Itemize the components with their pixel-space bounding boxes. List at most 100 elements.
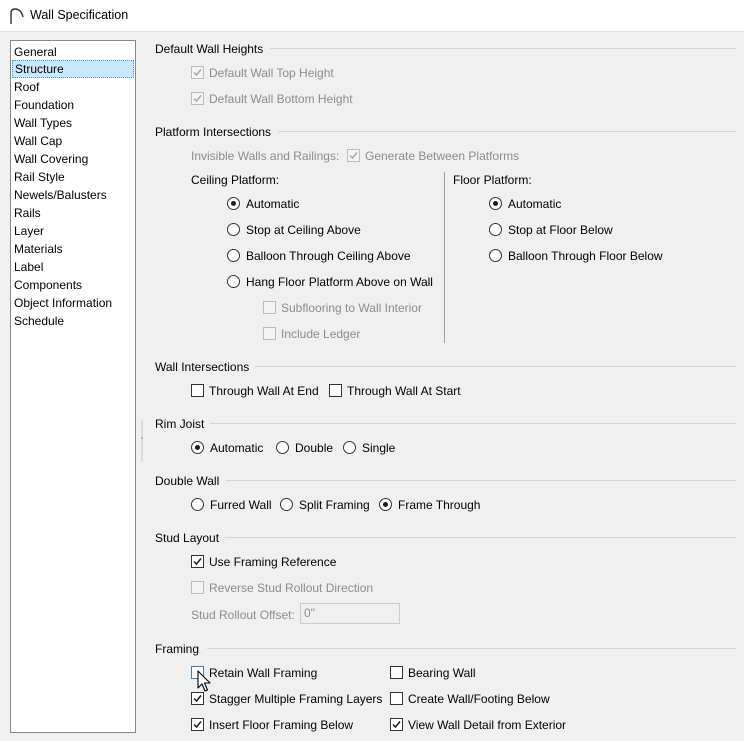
through-wall-start-label: Through Wall At Start — [347, 384, 461, 398]
floor-balloon-label: Balloon Through Floor Below — [508, 249, 663, 263]
mouse-pointer-icon — [197, 670, 211, 692]
floor-balloon-radio[interactable] — [489, 249, 502, 262]
rim-single-radio[interactable] — [343, 441, 356, 454]
furred-wall-label: Furred Wall — [210, 498, 272, 512]
sidebar-item-schedule[interactable]: Schedule — [12, 312, 134, 330]
ceiling-balloon-label: Balloon Through Ceiling Above — [246, 249, 411, 263]
group-divider — [255, 366, 736, 367]
subflooring-label: Subflooring to Wall Interior — [281, 301, 422, 315]
default-wall-bottom-height-checkbox[interactable] — [191, 92, 204, 105]
ceiling-balloon-radio[interactable] — [227, 249, 240, 262]
checkmark-icon — [193, 695, 202, 703]
sidebar-item-object-information[interactable]: Object Information — [12, 294, 134, 312]
view-wall-detail-checkbox[interactable] — [390, 718, 403, 731]
use-framing-reference-checkbox[interactable] — [191, 555, 204, 568]
furred-wall-radio[interactable] — [191, 498, 204, 511]
checkmark-icon — [392, 721, 401, 729]
sidebar-item-wall-types[interactable]: Wall Types — [12, 114, 134, 132]
retain-wall-framing-label: Retain Wall Framing — [209, 666, 318, 680]
insert-floor-framing-label: Insert Floor Framing Below — [209, 718, 354, 732]
split-framing-label: Split Framing — [299, 498, 370, 512]
splitter-handle[interactable] — [140, 420, 144, 462]
insert-floor-framing-checkbox[interactable] — [191, 718, 204, 731]
window-title: Wall Specification — [30, 8, 129, 22]
frame-through-radio[interactable] — [379, 498, 392, 511]
default-wall-top-height-label: Default Wall Top Height — [209, 66, 334, 80]
sidebar-item-wall-covering[interactable]: Wall Covering — [12, 150, 134, 168]
ceiling-stop-radio[interactable] — [227, 223, 240, 236]
generate-between-platforms-checkbox[interactable] — [347, 149, 360, 162]
through-wall-start-checkbox[interactable] — [329, 384, 342, 397]
view-wall-detail-label: View Wall Detail from Exterior — [408, 718, 567, 732]
create-wall-footing-label: Create Wall/Footing Below — [408, 692, 550, 706]
floor-stop-radio[interactable] — [489, 223, 502, 236]
group-title-rim-joist: Rim Joist — [155, 417, 205, 431]
ceiling-platform-title: Ceiling Platform: — [191, 173, 280, 187]
arc-icon — [10, 8, 24, 24]
group-title-stud-layout: Stud Layout — [155, 531, 220, 545]
group-divider — [207, 648, 736, 649]
bearing-wall-label: Bearing Wall — [408, 666, 476, 680]
use-framing-reference-label: Use Framing Reference — [209, 555, 337, 569]
sidebar-item-structure[interactable]: Structure — [12, 60, 134, 78]
group-title-default-wall-heights: Default Wall Heights — [155, 42, 264, 56]
sidebar-item-layer[interactable]: Layer — [12, 222, 134, 240]
sidebar-item-materials[interactable]: Materials — [12, 240, 134, 258]
platform-divider — [444, 172, 445, 343]
group-divider — [278, 131, 736, 132]
title-bar: Wall Specification — [0, 0, 744, 32]
floor-automatic-label: Automatic — [508, 197, 562, 211]
checkmark-icon — [193, 69, 202, 77]
reverse-stud-rollout-label: Reverse Stud Rollout Direction — [209, 581, 374, 595]
stud-rollout-offset-field[interactable]: 0" — [300, 603, 400, 624]
include-ledger-label: Include Ledger — [281, 327, 361, 341]
sidebar-item-general[interactable]: General — [12, 43, 134, 61]
sidebar-item-newels-balusters[interactable]: Newels/Balusters — [12, 186, 134, 204]
sidebar-item-rails[interactable]: Rails — [12, 204, 134, 222]
bearing-wall-checkbox[interactable] — [390, 666, 403, 679]
group-divider — [270, 48, 736, 49]
sidebar-item-components[interactable]: Components — [12, 276, 134, 294]
floor-stop-label: Stop at Floor Below — [508, 223, 613, 237]
group-title-wall-intersections: Wall Intersections — [155, 360, 250, 374]
generate-between-platforms-label: Generate Between Platforms — [365, 149, 520, 163]
through-wall-end-label: Through Wall At End — [209, 384, 319, 398]
group-divider — [225, 537, 736, 538]
stud-rollout-offset-label: Stud Rollout Offset: — [191, 608, 295, 622]
sidebar-item-roof[interactable]: Roof — [12, 78, 134, 96]
rim-automatic-radio[interactable] — [191, 441, 204, 454]
sidebar-item-rail-style[interactable]: Rail Style — [12, 168, 134, 186]
rim-single-label: Single — [362, 441, 396, 455]
ceiling-hang-radio[interactable] — [227, 275, 240, 288]
subflooring-checkbox[interactable] — [263, 301, 276, 314]
ceiling-automatic-label: Automatic — [246, 197, 300, 211]
default-wall-top-height-checkbox[interactable] — [191, 66, 204, 79]
category-list[interactable]: General Structure Roof Foundation Wall T… — [10, 40, 136, 733]
reverse-stud-rollout-checkbox[interactable] — [191, 581, 204, 594]
group-divider — [226, 480, 736, 481]
create-wall-footing-checkbox[interactable] — [390, 692, 403, 705]
ceiling-hang-label: Hang Floor Platform Above on Wall — [246, 275, 433, 289]
through-wall-end-checkbox[interactable] — [191, 384, 204, 397]
default-wall-bottom-height-label: Default Wall Bottom Height — [209, 92, 353, 106]
rim-automatic-label: Automatic — [210, 441, 264, 455]
ceiling-automatic-radio[interactable] — [227, 197, 240, 210]
group-title-platform-intersections: Platform Intersections — [155, 125, 272, 139]
checkmark-icon — [193, 721, 202, 729]
rim-double-radio[interactable] — [276, 441, 289, 454]
sidebar-item-label[interactable]: Label — [12, 258, 134, 276]
group-title-double-wall: Double Wall — [155, 474, 220, 488]
rim-double-label: Double — [295, 441, 334, 455]
sidebar-item-wall-cap[interactable]: Wall Cap — [12, 132, 134, 150]
include-ledger-checkbox[interactable] — [263, 327, 276, 340]
floor-automatic-radio[interactable] — [489, 197, 502, 210]
group-title-framing: Framing — [155, 642, 200, 656]
sidebar-item-foundation[interactable]: Foundation — [12, 96, 134, 114]
checkmark-icon — [349, 152, 358, 160]
split-framing-radio[interactable] — [280, 498, 293, 511]
stagger-framing-layers-label: Stagger Multiple Framing Layers — [209, 692, 383, 706]
invisible-walls-label: Invisible Walls and Railings: — [191, 149, 340, 163]
checkmark-icon — [193, 95, 202, 103]
floor-platform-title: Floor Platform: — [453, 173, 532, 187]
group-divider — [210, 423, 736, 424]
